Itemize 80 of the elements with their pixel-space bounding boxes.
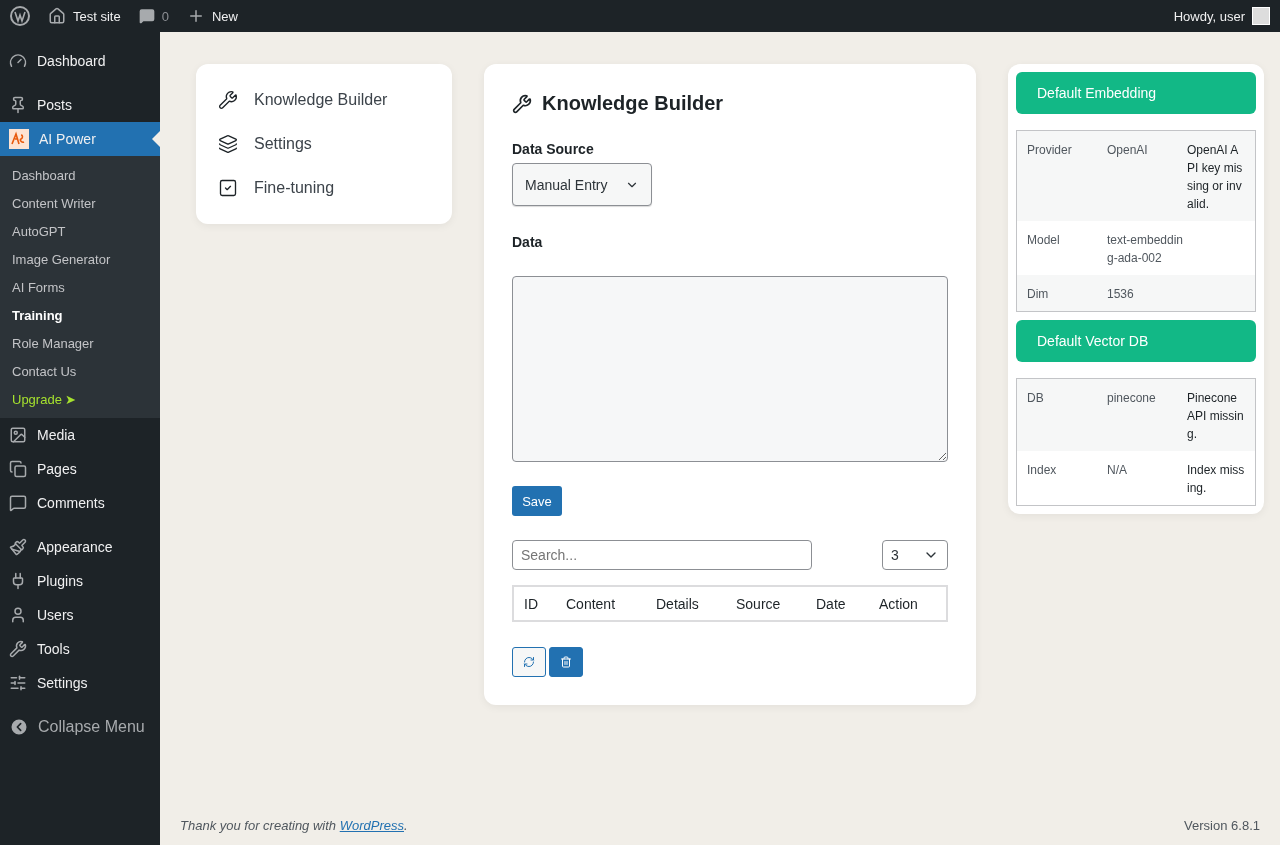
menu-item[interactable]: Settings	[0, 666, 160, 700]
table-cell-text: N/A	[1107, 462, 1128, 479]
footer-text: Thank you for creating with WordPress.	[180, 818, 408, 833]
table-cell-text: DB	[1027, 390, 1045, 407]
search-field[interactable]: Search...	[512, 540, 812, 570]
comment-count[interactable]: 0	[161, 8, 169, 24]
column-header: Action	[879, 595, 919, 612]
menu-item[interactable]: Media	[0, 418, 160, 452]
squiggle-logo-icon	[9, 129, 29, 149]
plugin-nav-item[interactable]: Fine-tuning	[218, 166, 430, 210]
submenu-item[interactable]: AutoGPT	[0, 217, 160, 245]
submenu-item[interactable]: Upgrade ➤	[0, 385, 160, 413]
submenu-item[interactable]: Dashboard	[0, 161, 160, 189]
wordpress-link[interactable]: WordPress	[339, 818, 404, 833]
submenu-item[interactable]: Training	[0, 301, 160, 329]
collapse-menu-button[interactable]: Collapse Menu	[0, 710, 160, 744]
panel-header: Default Embedding	[1016, 72, 1256, 114]
brush-icon	[9, 538, 27, 556]
wrench-icon	[218, 90, 238, 110]
pages-icon	[9, 460, 27, 478]
comment-icon	[9, 494, 27, 512]
table-cell-text: Pinecone API missing.	[1187, 390, 1245, 443]
submenu-item[interactable]: Role Manager	[0, 329, 160, 357]
table-cell-text: pinecone	[1107, 390, 1157, 407]
layers-icon	[218, 134, 238, 154]
pin-icon	[9, 96, 27, 114]
comment-icon[interactable]	[138, 8, 155, 24]
panel-header: Default Vector DB	[1016, 320, 1256, 362]
menu-item[interactable]: Plugins	[0, 564, 160, 598]
column-header: Source	[736, 595, 782, 612]
page-size-select[interactable]: 3	[882, 540, 948, 570]
builder-title: Knowledge Builder	[542, 92, 724, 115]
data-label: Data	[512, 234, 544, 250]
version-text: Version 6.8.1	[1184, 818, 1260, 833]
delete-button[interactable]	[549, 647, 583, 677]
table-cell-text: Dim	[1027, 286, 1050, 303]
column-header: Content	[566, 595, 617, 612]
home-icon[interactable]	[48, 7, 66, 25]
media-icon	[9, 426, 27, 444]
submenu-item[interactable]: Image Generator	[0, 245, 160, 273]
dashboard-icon	[9, 52, 27, 70]
data-source-select[interactable]: Manual Entry	[512, 163, 652, 206]
table-cell-text: 1536	[1107, 286, 1135, 303]
table-cell-text: Index	[1027, 462, 1058, 479]
menu-item[interactable]: Posts	[0, 88, 160, 122]
user-icon	[9, 606, 27, 624]
menu-item[interactable]: Dashboard	[0, 44, 160, 78]
data-source-label: Data Source	[512, 141, 595, 157]
plugin-nav-item[interactable]: Knowledge Builder	[218, 78, 430, 122]
wrench-icon	[512, 93, 532, 114]
table-cell-text: OpenAI API key missing or invalid.	[1187, 142, 1244, 213]
refresh-icon	[523, 656, 535, 668]
trash-icon	[560, 656, 572, 668]
wrench-icon	[9, 640, 27, 658]
table-cell-text: Index missing.	[1187, 462, 1245, 497]
site-name-link[interactable]: Test site	[73, 8, 121, 24]
menu-item[interactable]: Pages	[0, 452, 160, 486]
refresh-button[interactable]	[512, 647, 546, 677]
menu-item[interactable]: Tools	[0, 632, 160, 666]
column-header: Details	[656, 595, 700, 612]
table-cell-text: text-embedding-ada-002	[1107, 232, 1185, 267]
table-cell-text: Model	[1027, 232, 1061, 249]
menu-item[interactable]: Appearance	[0, 530, 160, 564]
menu-item[interactable]: AI Power	[0, 122, 160, 156]
column-header: Date	[816, 595, 847, 612]
menu-item[interactable]: Comments	[0, 486, 160, 520]
greeting-link[interactable]: Howdy, user	[1173, 8, 1245, 24]
submenu-item[interactable]: Content Writer	[0, 189, 160, 217]
table-cell-text: OpenAI	[1107, 142, 1149, 159]
submenu-item[interactable]: AI Forms	[0, 273, 160, 301]
submenu-item[interactable]: Contact Us	[0, 357, 160, 385]
column-header: ID	[524, 595, 539, 612]
logo-icon[interactable]	[10, 6, 30, 26]
checkbox-icon	[218, 178, 238, 198]
plugin-nav-item[interactable]: Settings	[218, 122, 430, 166]
save-button[interactable]: Save	[512, 486, 562, 516]
sliders-icon	[9, 674, 27, 692]
table-cell-text: Provider	[1027, 142, 1073, 159]
menu-item[interactable]: Users	[0, 598, 160, 632]
new-link[interactable]: New	[211, 8, 238, 24]
